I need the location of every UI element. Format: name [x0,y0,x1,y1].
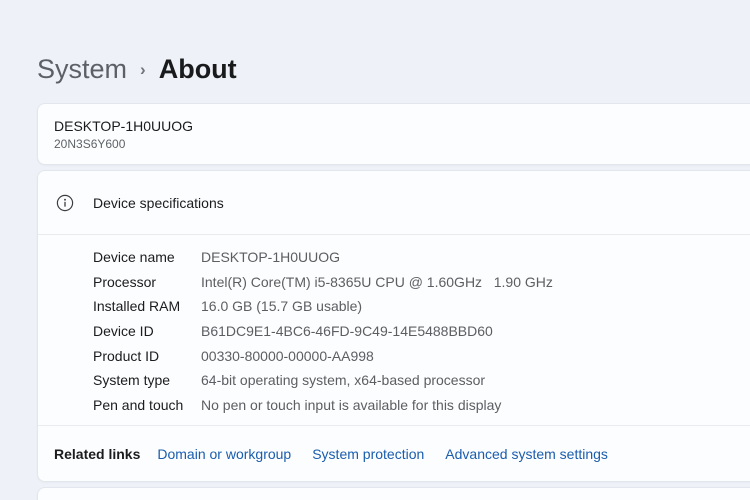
specs-rows: Device name DESKTOP-1H0UUOG Processor In… [38,235,750,417]
spec-row-processor: Processor Intel(R) Core(TM) i5-8365U CPU… [38,270,750,295]
breadcrumb-system[interactable]: System [37,50,127,88]
spec-row-device-id: Device ID B61DC9E1-4BC6-46FD-9C49-14E548… [38,319,750,344]
related-links-row: Related links Domain or workgroup System… [38,427,750,481]
related-links: Domain or workgroup System protection Ad… [157,446,608,462]
device-name-text: DESKTOP-1H0UUOG [54,117,750,136]
spec-label: Device ID [93,323,201,339]
spec-row-device-name: Device name DESKTOP-1H0UUOG [38,245,750,270]
spec-value: 64-bit operating system, x64-based proce… [201,372,485,388]
spec-row-system-type: System type 64-bit operating system, x64… [38,368,750,393]
settings-page-system-about: System › About DESKTOP-1H0UUOG 20N3S6Y60… [0,0,750,500]
spec-row-product-id: Product ID 00330-80000-00000-AA998 [38,343,750,368]
breadcrumb: System › About [37,50,237,88]
divider [38,425,750,426]
spec-row-pen-and-touch: Pen and touch No pen or touch input is a… [38,393,750,418]
next-section-card-partial [37,487,750,500]
spec-label: Installed RAM [93,298,201,314]
device-specifications-card: Device specifications Device name DESKTO… [37,170,750,482]
spec-value: B61DC9E1-4BC6-46FD-9C49-14E5488BBD60 [201,323,493,339]
link-advanced-system-settings[interactable]: Advanced system settings [445,446,608,462]
info-icon [56,194,74,212]
spec-value: Intel(R) Core(TM) i5-8365U CPU @ 1.60GHz… [201,274,553,290]
chevron-right-icon: › [140,60,146,80]
spec-value: 00330-80000-00000-AA998 [201,348,374,364]
spec-label: Pen and touch [93,397,201,413]
spec-label: Processor [93,274,201,290]
device-specifications-title: Device specifications [93,195,224,211]
related-links-label: Related links [54,446,140,462]
spec-label: System type [93,372,201,388]
device-specifications-header: Device specifications [38,171,750,234]
device-name-card: DESKTOP-1H0UUOG 20N3S6Y600 [37,103,750,165]
link-domain-or-workgroup[interactable]: Domain or workgroup [157,446,291,462]
spec-label: Device name [93,249,201,265]
spec-row-installed-ram: Installed RAM 16.0 GB (15.7 GB usable) [38,294,750,319]
spec-value: DESKTOP-1H0UUOG [201,249,340,265]
spec-value: No pen or touch input is available for t… [201,397,501,413]
spec-value: 16.0 GB (15.7 GB usable) [201,298,362,314]
link-system-protection[interactable]: System protection [312,446,424,462]
page-title-about: About [159,50,237,88]
spec-label: Product ID [93,348,201,364]
device-model-text: 20N3S6Y600 [54,136,750,152]
